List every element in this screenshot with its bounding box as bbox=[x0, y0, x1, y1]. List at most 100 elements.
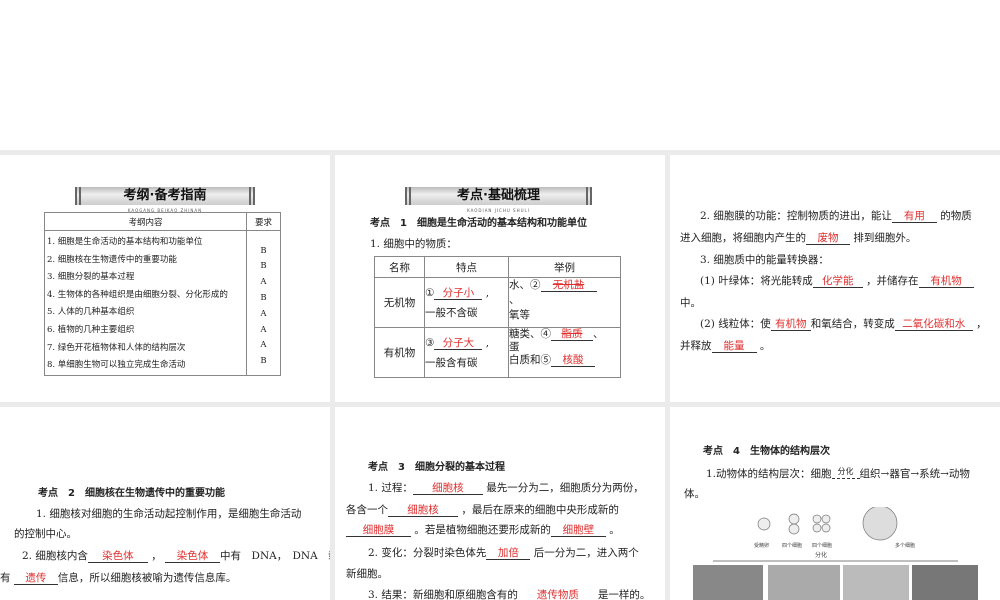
answer: 细胞膜 bbox=[346, 524, 411, 537]
text: 分化 bbox=[831, 465, 860, 479]
header-req: 要求 bbox=[246, 212, 281, 231]
text: ③ bbox=[425, 336, 435, 349]
text: 后一分为二，进入两个 bbox=[533, 547, 639, 559]
requirement-level: B bbox=[260, 293, 267, 304]
text: 1.动物体的结构层次：细胞 bbox=[706, 468, 832, 480]
answer: 无机盐 bbox=[540, 279, 597, 292]
answer: 分子大 bbox=[434, 337, 483, 350]
cell-differentiation-figure: 受精卵 四个细胞 四个细胞 多个细胞 分化 bbox=[693, 507, 978, 600]
th: 特点 bbox=[424, 256, 509, 278]
cell: 无机物 bbox=[374, 277, 425, 328]
requirement-level: A bbox=[260, 277, 267, 288]
text: 考点·基础梳理 bbox=[457, 188, 540, 203]
banner: 考纲·备考指南 KAOGANG BEIKAO ZHINAN bbox=[75, 187, 255, 213]
text: 。 bbox=[609, 524, 620, 536]
text: 1. 细胞中的物质： bbox=[370, 238, 457, 250]
text: 糖类、④ bbox=[509, 328, 551, 340]
answer: 分子小 bbox=[434, 287, 483, 300]
syllabus-item: 8. 单细胞生物可以独立完成生命活动 bbox=[47, 360, 186, 371]
text: 的物质 bbox=[940, 210, 972, 222]
answer: 有机物 bbox=[918, 275, 974, 288]
text: 、 bbox=[593, 328, 604, 340]
slide-cell-division: 考点 3 细胞分裂的基本过程 1. 过程： 细胞核 最先一分为二，细胞质分为两份，… bbox=[335, 407, 665, 600]
answer: 化学能 bbox=[812, 275, 863, 288]
text: 中有 DNA， DNA 载 bbox=[220, 550, 330, 562]
answer: 废物 bbox=[806, 232, 850, 245]
label: 四个细胞 bbox=[782, 542, 802, 549]
text: 考纲·备考指南 bbox=[123, 188, 207, 203]
section-heading: 考点 1 细胞是生命活动的基本结构和功能单位 bbox=[370, 218, 587, 229]
text: (1) 叶绿体：将光能转成 bbox=[700, 275, 813, 287]
text: 2. 细胞膜的功能：控制物质的进出，能让 bbox=[700, 210, 892, 222]
text: 信息，所以细胞核被喻为遗传信息库。 bbox=[57, 572, 237, 584]
text: 。若是植物细胞还要形成新的 bbox=[414, 524, 551, 536]
substance-table: 名称 特点 举例 无机物 ① 分子小 , 一般不含碳 水、② 无机盐、氧等 有机物 ③ 分子… bbox=[374, 256, 621, 378]
text: 新细胞。 bbox=[346, 568, 388, 580]
requirement-level: B bbox=[260, 356, 267, 367]
syllabus-item: 6. 植物的几种主要组织 bbox=[47, 324, 135, 335]
answer: 有机物 bbox=[770, 318, 811, 331]
text: 进入细胞，将细胞内产生的 bbox=[680, 232, 806, 244]
text: 蛋 bbox=[509, 341, 520, 353]
answer: 二氧化碳和水 bbox=[894, 318, 973, 331]
answer: 细胞核 bbox=[388, 504, 458, 517]
requirement-level: B bbox=[260, 261, 267, 272]
text: 的控制中心。 bbox=[14, 528, 77, 540]
header-content: 考纲内容 bbox=[44, 212, 247, 231]
text: 2. 细胞核内含 bbox=[22, 550, 88, 562]
text: 白质和⑤ bbox=[509, 354, 551, 366]
requirement-level: A bbox=[260, 308, 267, 319]
text: ， bbox=[976, 318, 987, 330]
answer: 脂质 bbox=[551, 328, 593, 341]
answer: 核酸 bbox=[551, 354, 595, 367]
answer: 遗传物质 bbox=[518, 589, 598, 600]
text: 1. 细胞核对细胞的生命活动起控制作用，是细胞生命活动 bbox=[36, 508, 302, 520]
text: 有 bbox=[0, 572, 11, 584]
syllabus-item: 5. 人体的几种基本组织 bbox=[47, 307, 135, 318]
syllabus-item: 1. 细胞是生命活动的基本结构和功能单位 bbox=[47, 237, 203, 247]
answer: 遗传 bbox=[13, 572, 58, 585]
content-cell: 1. 细胞是生命活动的基本结构和功能单位 2. 细胞核在生物遗传中的重要功能 3. … bbox=[44, 230, 247, 376]
requirement-level: A bbox=[260, 324, 267, 335]
section-heading: 考点 3 细胞分裂的基本过程 bbox=[368, 462, 505, 473]
answer: 能量 bbox=[711, 340, 757, 353]
text: 最先一分为二，细胞质分为两份， bbox=[486, 482, 644, 494]
req-cell: BBABAAAB bbox=[246, 230, 281, 376]
text: 一般不含碳 bbox=[425, 306, 478, 319]
text: 排到细胞外。 bbox=[853, 232, 917, 244]
section-heading: 考点 2 细胞核在生物遗传中的重要功能 bbox=[38, 488, 225, 499]
text: 3. 结果：新细胞和原细胞含有的 bbox=[368, 589, 518, 600]
text: ，并储存在 bbox=[866, 275, 919, 287]
cell: 有机物 bbox=[374, 327, 425, 378]
syllabus-item: 3. 细胞分裂的基本过程 bbox=[47, 272, 135, 283]
text: 2. 变化：分裂时染色体先 bbox=[368, 547, 487, 559]
slide-structure-levels: 考点 4 生物体的结构层次 1.动物体的结构层次：细胞 分化 组织→器官→系统→动物… bbox=[670, 407, 1000, 600]
text: 并释放 bbox=[680, 340, 712, 352]
section-heading: 考点 4 生物体的结构层次 bbox=[703, 446, 830, 457]
answer: 染色体 bbox=[165, 550, 221, 563]
requirement-level: A bbox=[260, 340, 267, 351]
text: 和氧结合，转变成 bbox=[810, 318, 895, 330]
slide-cell-membrane: 2. 细胞膜的功能：控制物质的进出，能让 有用 的物质 进入细胞，将细胞内产生的废… bbox=[670, 155, 1000, 402]
text: 组织→器官→系统→动物 bbox=[859, 468, 970, 480]
text: 1. 过程： bbox=[368, 482, 413, 494]
th: 举例 bbox=[508, 256, 621, 278]
text: 水、② bbox=[509, 279, 541, 291]
text: ① bbox=[425, 286, 435, 299]
label: 多个细胞 bbox=[895, 542, 915, 549]
text: 氧等 bbox=[509, 309, 530, 321]
text: 一般含有碳 bbox=[425, 356, 478, 369]
answer: 有用 bbox=[891, 210, 937, 223]
answer: 加倍 bbox=[486, 547, 531, 560]
syllabus-table: 考纲内容 要求 1. 细胞是生命活动的基本结构和功能单位 2. 细胞核在生物遗传中的… bbox=[44, 212, 281, 376]
text: 体。 bbox=[684, 488, 705, 500]
text: 、 bbox=[509, 294, 520, 306]
label: 四个细胞 bbox=[812, 542, 832, 549]
label: 分化 bbox=[815, 551, 827, 559]
answer: 细胞壁 bbox=[550, 524, 606, 537]
answer: 细胞核 bbox=[412, 482, 483, 495]
answer: 染色体 bbox=[87, 550, 148, 563]
slide-exam-guide: 考纲·备考指南 KAOGANG BEIKAO ZHINAN 考纲内容 要求 1. 细… bbox=[0, 155, 330, 402]
label: 受精卵 bbox=[754, 542, 769, 549]
requirement-level: B bbox=[260, 245, 267, 256]
